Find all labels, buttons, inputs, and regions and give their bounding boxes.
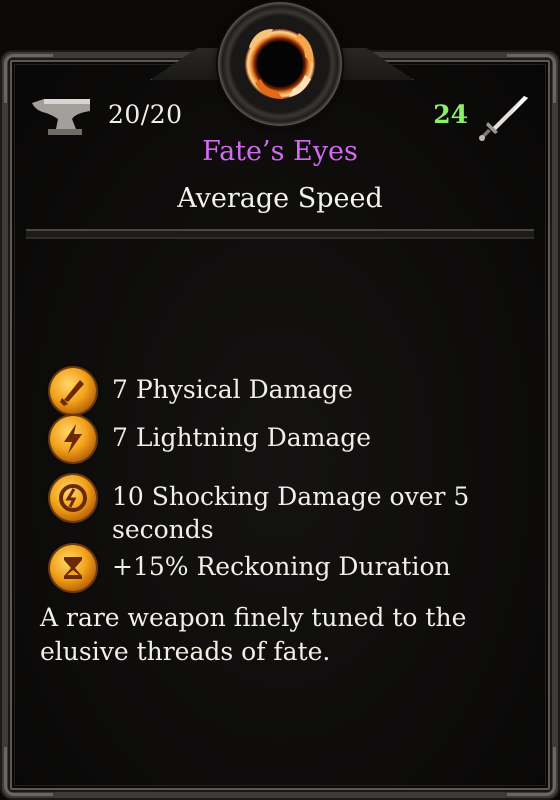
- ring-icon: [245, 29, 315, 99]
- property-item: +15% Reckoning Duration: [50, 545, 451, 591]
- frame-corner: [507, 747, 556, 796]
- frame-corner: [4, 747, 53, 796]
- physical-damage-icon: [50, 368, 96, 414]
- header-divider: [26, 229, 534, 239]
- item-description: A rare weapon finely tuned to the elusiv…: [40, 603, 467, 666]
- damage-value: 24: [433, 100, 468, 129]
- shocking-damage-icon: [50, 475, 96, 521]
- property-text: 7 Lightning Damage: [112, 423, 372, 452]
- item-name: Fate’s Eyes: [202, 136, 358, 167]
- property-text: 10 Shocking Damage over 5 seconds: [112, 482, 470, 544]
- anvil-icon: [32, 99, 90, 135]
- property-item: 7 Lightning Damage: [50, 416, 371, 462]
- durability-value: 20/20: [108, 100, 183, 129]
- property-text: +15% Reckoning Duration: [112, 552, 451, 581]
- property-item: 7 Physical Damage: [50, 368, 353, 414]
- lightning-damage-icon: [50, 416, 96, 462]
- item-speed: Average Speed: [177, 183, 383, 214]
- property-item: 10 Shocking Damage over 5 seconds: [50, 475, 520, 546]
- property-text: 7 Physical Damage: [112, 375, 353, 404]
- sword-icon: [479, 96, 528, 141]
- reckoning-duration-icon: [50, 545, 96, 591]
